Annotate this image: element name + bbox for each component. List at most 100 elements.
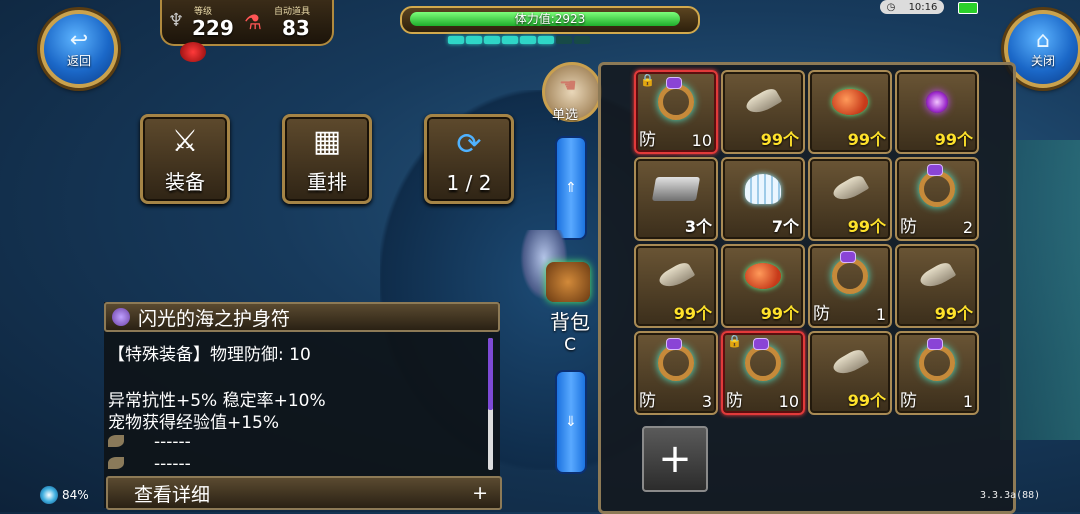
scroll-up-button[interactable]: ⇑ [555,136,587,240]
energy-segment [484,36,500,44]
close-label: 关闭 [1030,53,1055,68]
armor-icon: ⚔ [171,124,199,159]
item-quantity: 99个 [673,304,712,323]
item-type-tag: 防 [639,391,656,411]
detail-line-4-row: ------ [108,432,191,452]
inventory-slot[interactable]: 防1 [895,331,979,415]
battery-icon [958,2,978,14]
level-value: 229 [192,16,234,40]
hand-icon: ☚ [559,73,577,97]
seashell-icon [741,167,785,211]
item-level: 1 [875,305,886,324]
ring-icon [915,164,959,211]
sort-label: 重排 [307,170,347,194]
detail-line-3: 宠物获得经验值+15% [108,413,280,433]
inventory-slot[interactable]: 99个 [808,331,892,415]
meat-icon [828,80,872,124]
inventory-slot[interactable]: 99个 [808,70,892,154]
ring-with-gems-icon [654,77,698,124]
bag-icon[interactable] [546,262,590,302]
page-switch-button[interactable]: ⟳ 1 / 2 [424,114,514,204]
inventory-slot[interactable]: 99个 [634,244,718,328]
inventory-slot[interactable]: 3个 [634,157,718,241]
bag-label: 背包 [550,310,590,334]
status-clock: ◷ 10:16 [880,0,944,14]
stamina-bar: 体力值:2923 [400,6,700,34]
item-quantity: 99个 [760,304,799,323]
inventory-slot[interactable]: 防1 [808,244,892,328]
arrow-down-icon: ⇓ [565,414,577,430]
claw-icon [828,341,872,385]
item-title: 闪光的海之护身符 [138,307,291,330]
inventory-slot[interactable]: 99个 [721,70,805,154]
inventory-slot[interactable]: 🔒 防 10 [721,331,805,415]
energy-segment [520,36,536,44]
item-quantity: 3个 [684,217,712,236]
meat-icon [741,254,785,298]
detail-line-5: ------ [154,454,191,474]
page-label: 1 / 2 [446,171,492,195]
back-label: 返回 [66,53,91,68]
item-quantity: 7个 [771,217,799,236]
plus-icon: + [658,436,692,482]
inventory-slot[interactable]: 99个 [895,70,979,154]
item-quantity: 99个 [847,130,886,149]
back-button[interactable]: ↩ 返回 [40,10,118,88]
inventory-slot[interactable]: 7个 [721,157,805,241]
item-quantity: 99个 [847,217,886,236]
item-quantity: 99个 [760,130,799,149]
equip-button[interactable]: ⚔ 装备 [140,114,230,204]
inventory-slot[interactable]: 防2 [895,157,979,241]
single-select-label: 单选 [552,108,579,123]
inventory-slot[interactable]: 99个 [895,244,979,328]
item-type-tag: 防 [639,130,656,150]
scrollbar-thumb[interactable] [488,338,493,410]
refresh-icon: ⟳ [456,126,482,162]
energy-segment [448,36,464,44]
ring-icon [654,338,698,385]
view-detail-button[interactable]: 查看详细 + [106,476,502,510]
lock-icon: 🔒 [640,73,655,87]
lock-icon: 🔒 [727,334,742,348]
item-title-bar: 闪光的海之护身符 [104,302,500,332]
level-emblem-icon: ♆ [168,10,185,31]
item-level: 10 [778,392,799,411]
sort-button[interactable]: ▦ 重排 [282,114,372,204]
time-text: 10:16 [908,1,938,13]
auto-item-value: 83 [282,16,310,40]
item-level: 3 [701,392,712,411]
add-slot-button[interactable]: + [642,426,708,492]
stamina-text: 体力值:2923 [514,12,586,26]
iron-ingot-icon [651,167,701,211]
player-stats-panel: ♆ 等级 229 ⚗ 自动道具 83 [160,0,334,46]
ring-icon [828,251,872,298]
inventory-slot[interactable]: 🔒 防 10 [634,70,718,154]
item-quantity: 99个 [934,304,973,323]
inventory-slot[interactable]: 99个 [721,244,805,328]
equip-label: 装备 [165,170,205,194]
bag-shortcut: C [564,335,576,355]
item-level: 10 [691,131,712,150]
purple-orb-icon [915,80,959,124]
battery-percent: 84% [62,488,89,502]
version-text: 3.3.3a(88) [980,490,1041,501]
clock-icon: ◷ [886,1,896,13]
inventory-slot[interactable]: 防3 [634,331,718,415]
amulet-icon [112,308,130,326]
detail-scrollbar[interactable] [488,338,493,470]
expand-plus-icon: + [472,482,488,504]
red-gem-icon [180,42,206,62]
view-detail-label: 查看详细 [134,483,211,506]
bag-label-group: 背包 C [548,306,592,355]
battery-indicator: 84% [40,486,89,504]
return-arrow-icon: ↩ [69,27,89,53]
item-type-tag: 防 [726,391,743,411]
item-quantity: 99个 [847,391,886,410]
inventory-slot[interactable]: 99个 [808,157,892,241]
scroll-down-button[interactable]: ⇓ [555,370,587,474]
grid-sort-icon: ▦ [312,124,342,159]
claw-icon [828,167,872,211]
energy-segment [538,36,554,44]
slot-socket-icon [108,457,124,469]
item-type-tag: 防 [813,304,830,324]
